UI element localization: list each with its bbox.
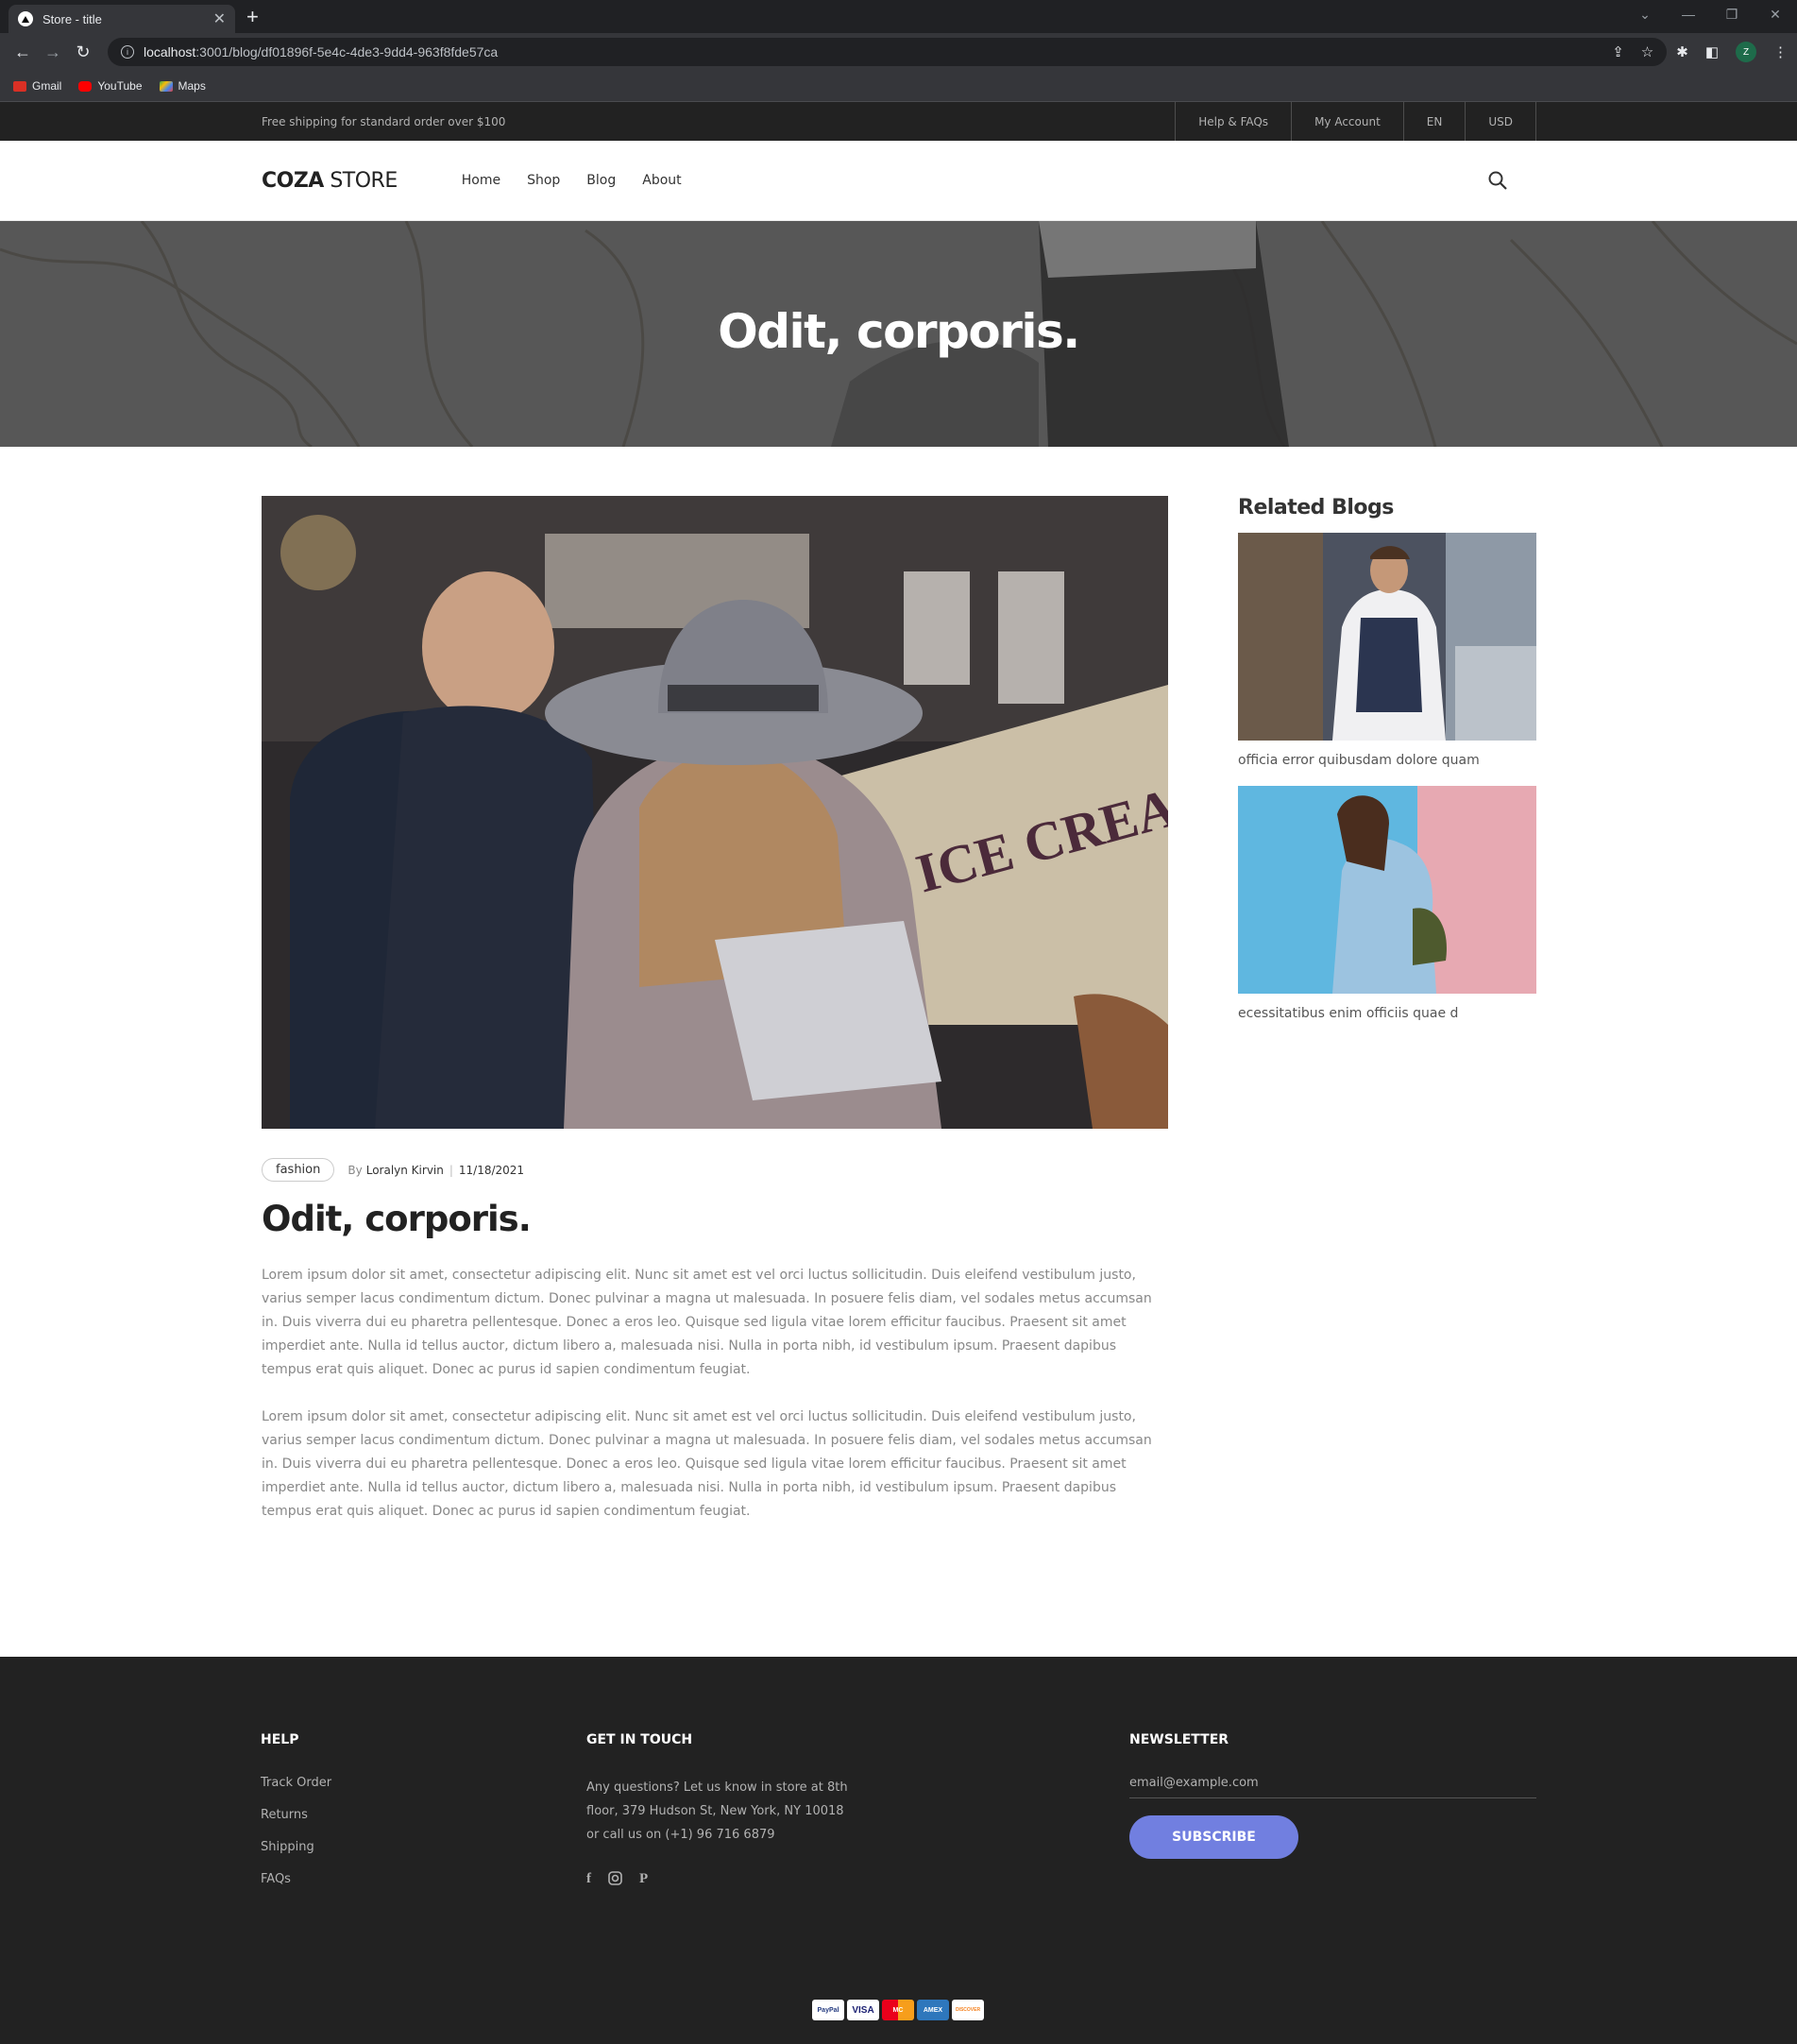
article-meta: fashion By Loralyn Kirvin | 11/18/2021 <box>262 1158 1168 1182</box>
tab-search-icon[interactable]: ⌄ <box>1623 7 1667 23</box>
meta-separator: | <box>449 1163 453 1177</box>
paypal-icon: PayPal <box>812 2000 844 2020</box>
profile-avatar[interactable]: Z <box>1736 42 1756 62</box>
instagram-icon[interactable] <box>608 1871 622 1889</box>
related-blog-item[interactable]: officia error quibusdam dolore quam <box>1238 533 1536 768</box>
main-menu: Home Shop Blog About <box>462 173 682 188</box>
related-blog-caption[interactable]: officia error quibusdam dolore quam <box>1238 753 1536 768</box>
mastercard-icon: MC <box>882 2000 914 2020</box>
footer-help-heading: HELP <box>261 1732 299 1747</box>
hero-title: Odit, corporis. <box>718 304 1080 359</box>
topbar-links: Help & FAQs My Account EN USD <box>1175 102 1536 141</box>
footer-help-column: HELP Track Order Returns Shipping FAQs <box>261 1732 586 1904</box>
reload-icon[interactable]: ↻ <box>70 43 96 62</box>
bookmark-gmail[interactable]: Gmail <box>13 79 61 93</box>
category-tag[interactable]: fashion <box>262 1158 335 1182</box>
author-name: Loralyn Kirvin <box>365 1163 444 1177</box>
post-date: 11/18/2021 <box>458 1163 525 1177</box>
bookmark-star-icon[interactable]: ☆ <box>1641 43 1653 60</box>
logo-light: STORE <box>323 168 398 193</box>
tab-title: Store - title <box>42 11 102 26</box>
footer-newsletter-column: NEWSLETTER email@example.com SUBSCRIBE <box>1129 1732 1536 1904</box>
related-blog-item[interactable]: ecessitatibus enim officiis quae d <box>1238 786 1536 1021</box>
related-blog-image[interactable] <box>1238 533 1536 741</box>
site-footer: HELP Track Order Returns Shipping FAQs G… <box>0 1657 1797 2044</box>
window-controls: ⌄ — ❐ ✕ <box>1623 0 1797 28</box>
currency-selector[interactable]: USD <box>1466 102 1536 141</box>
related-blog-caption[interactable]: ecessitatibus enim officiis quae d <box>1238 1006 1536 1021</box>
maps-icon <box>159 80 173 92</box>
help-faqs-link[interactable]: Help & FAQs <box>1176 102 1293 141</box>
footer-link-track-order[interactable]: Track Order <box>261 1776 586 1790</box>
article-paragraph: Lorem ipsum dolor sit amet, consectetur … <box>262 1268 1152 1377</box>
browser-menu-icon[interactable]: ⋮ <box>1773 43 1788 60</box>
address-bar[interactable]: i localhost :3001/blog/df01896f-5e4c-4de… <box>108 38 1668 66</box>
by-label: By <box>348 1163 363 1177</box>
footer-link-returns[interactable]: Returns <box>261 1808 586 1822</box>
new-tab-icon[interactable]: + <box>246 5 259 29</box>
bookmark-maps[interactable]: Maps <box>159 79 206 93</box>
url-host: localhost <box>144 44 196 60</box>
site-favicon-icon <box>18 11 33 26</box>
bookmarks-bar: Gmail YouTube Maps <box>0 71 1797 102</box>
blog-article: ICE CREAM fashion By Loralyn Kirvin | 11… <box>262 496 1168 1657</box>
site-header: COZA STORE Home Shop Blog About <box>0 141 1797 221</box>
footer-newsletter-heading: NEWSLETTER <box>1129 1732 1229 1747</box>
pinterest-icon[interactable]: P <box>639 1871 648 1889</box>
blog-detail-section: ICE CREAM fashion By Loralyn Kirvin | 11… <box>0 447 1797 1657</box>
youtube-icon <box>78 80 93 92</box>
url-path: :3001/blog/df01896f-5e4c-4de3-9dd4-963f8… <box>195 44 499 60</box>
site-info-icon[interactable]: i <box>121 45 134 59</box>
forward-icon[interactable]: → <box>40 43 66 62</box>
newsletter-email-input[interactable]: email@example.com <box>1129 1776 1536 1798</box>
article-paragraph: Lorem ipsum dolor sit amet, consectetur … <box>262 1409 1152 1519</box>
facebook-icon[interactable]: f <box>586 1871 591 1889</box>
logo-bold: COZA <box>262 168 324 193</box>
shipping-note: Free shipping for standard order over $1… <box>262 114 506 128</box>
site-topbar: Free shipping for standard order over $1… <box>0 102 1797 141</box>
related-blogs-sidebar: Related Blogs officia error quibusdam do… <box>1238 496 1536 1657</box>
language-selector[interactable]: EN <box>1404 102 1466 141</box>
related-blogs-heading: Related Blogs <box>1238 496 1394 520</box>
article-main-image: ICE CREAM <box>262 496 1168 1129</box>
bookmark-label: YouTube <box>97 79 143 93</box>
extensions-icon[interactable]: ✱ <box>1676 43 1688 60</box>
page-hero-banner: Odit, corporis. <box>0 221 1797 447</box>
browser-toolbar: ← → ↻ i localhost :3001/blog/df01896f-5e… <box>0 33 1797 71</box>
menu-shop[interactable]: Shop <box>527 173 560 188</box>
footer-link-shipping[interactable]: Shipping <box>261 1840 586 1854</box>
footer-contact-heading: GET IN TOUCH <box>586 1732 693 1747</box>
bookmark-label: Gmail <box>32 79 62 93</box>
related-blog-image[interactable] <box>1238 786 1536 994</box>
discover-icon: DISCOVER <box>952 2000 984 2020</box>
store-logo[interactable]: COZA STORE <box>262 169 398 193</box>
menu-home[interactable]: Home <box>462 173 500 188</box>
bookmark-youtube[interactable]: YouTube <box>78 79 143 93</box>
restore-icon[interactable]: ❐ <box>1710 7 1754 23</box>
back-icon[interactable]: ← <box>9 43 36 62</box>
browser-tab[interactable]: Store - title ✕ <box>8 5 235 33</box>
payment-methods: PayPal VISA MC AMEX DISCOVER <box>812 2000 984 2020</box>
search-icon[interactable] <box>1487 170 1508 191</box>
article-title: Odit, corporis. <box>262 1199 532 1239</box>
side-panel-icon[interactable]: ◧ <box>1705 43 1719 60</box>
subscribe-button[interactable]: SUBSCRIBE <box>1129 1815 1298 1859</box>
amex-icon: AMEX <box>917 2000 949 2020</box>
close-window-icon[interactable]: ✕ <box>1754 7 1797 23</box>
visa-icon: VISA <box>847 2000 879 2020</box>
close-tab-icon[interactable]: ✕ <box>213 9 226 28</box>
footer-link-faqs[interactable]: FAQs <box>261 1872 586 1886</box>
gmail-icon <box>13 80 26 92</box>
footer-contact-text: Any questions? Let us know in store at 8… <box>586 1780 848 1842</box>
browser-tab-strip: Store - title ✕ + ⌄ — ❐ ✕ <box>0 0 1797 33</box>
menu-blog[interactable]: Blog <box>586 173 616 188</box>
social-links: f P <box>586 1871 1129 1889</box>
minimize-icon[interactable]: — <box>1667 7 1710 22</box>
menu-about[interactable]: About <box>642 173 681 188</box>
bookmark-label: Maps <box>178 79 206 93</box>
my-account-link[interactable]: My Account <box>1292 102 1404 141</box>
footer-contact-column: GET IN TOUCH Any questions? Let us know … <box>586 1732 1129 1904</box>
share-icon[interactable]: ⇪ <box>1612 43 1624 60</box>
